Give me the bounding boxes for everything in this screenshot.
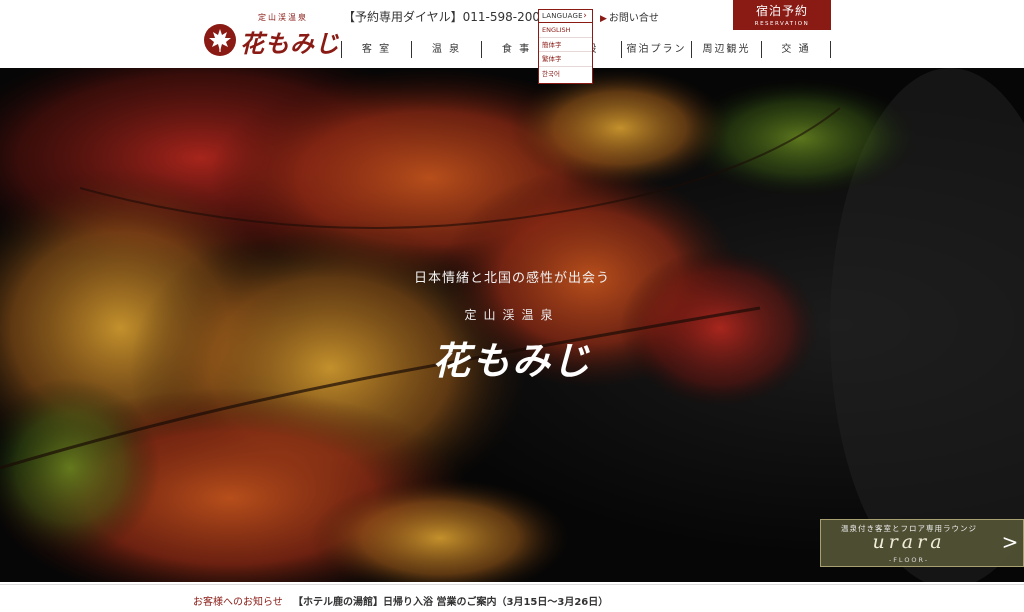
arrow-right-icon: ▶ <box>600 14 607 24</box>
urara-title: urara <box>872 531 946 553</box>
hero-section: 日本情緒と北国の感性が出会う 定山渓温泉 花もみじ 温泉付き客室とフロア専用ラウ… <box>0 68 1024 582</box>
language-toggle[interactable]: LANGUAGE › <box>539 10 592 23</box>
news-item-link[interactable]: 【ホテル鹿の湯館】日帰り入浴 営業のご案内（3月15日～3月26日） <box>293 593 608 608</box>
chevron-right-icon[interactable]: > <box>997 520 1023 566</box>
nav-item-access[interactable]: 交 通 <box>761 41 831 58</box>
hero-background-image <box>0 68 1024 582</box>
language-dropdown[interactable]: LANGUAGE › ENGLISH 簡体字 繁体字 한국어 <box>538 9 593 84</box>
site-logo[interactable]: 定山渓温泉 花もみじ <box>204 12 339 58</box>
nav-item-sightseeing[interactable]: 周辺観光 <box>691 41 761 58</box>
site-header: 定山渓温泉 花もみじ 【予約専用ダイヤル】011-598-2002 LANGUA… <box>0 0 1024 84</box>
reservation-button-sublabel: RESERVATION <box>754 21 810 27</box>
urara-floor-banner[interactable]: 温泉付き客室とフロア専用ラウンジ urara -FLOOR- > <box>820 519 1024 567</box>
hero-subtitle: 定山渓温泉 <box>464 308 560 322</box>
urara-floor-label: -FLOOR- <box>888 556 930 564</box>
news-bar: お客様へのお知らせ 【ホテル鹿の湯館】日帰り入浴 営業のご案内（3月15日～3月… <box>0 584 1024 612</box>
language-option-traditional-chinese[interactable]: 繁体字 <box>539 52 592 67</box>
contact-link[interactable]: ▶ お問い合せ <box>600 9 659 24</box>
reservation-button-label: 宿泊予約 <box>755 4 808 18</box>
language-option-simplified-chinese[interactable]: 簡体字 <box>539 38 592 52</box>
hero-tagline: 日本情緒と北国の感性が出会う <box>413 271 610 286</box>
nav-item-plans[interactable]: 宿泊プラン <box>621 41 691 58</box>
chevron-right-icon: › <box>583 11 587 21</box>
news-label: お客様へのお知らせ <box>193 597 283 608</box>
nav-item-onsen[interactable]: 温 泉 <box>411 41 481 58</box>
maple-leaf-icon <box>204 24 236 56</box>
language-label: LANGUAGE <box>542 12 583 20</box>
hero-logo-wordmark: 花もみじ <box>431 338 592 383</box>
nav-item-rooms[interactable]: 客 室 <box>341 41 411 58</box>
language-option-korean[interactable]: 한국어 <box>539 67 592 82</box>
contact-label: お問い合せ <box>608 13 659 24</box>
reservation-button[interactable]: 宿泊予約 RESERVATION <box>733 0 831 30</box>
reservation-phone[interactable]: 【予約専用ダイヤル】011-598-2002 <box>343 8 548 25</box>
logo-wordmark: 花もみじ <box>240 29 340 58</box>
language-option-english[interactable]: ENGLISH <box>539 23 592 38</box>
logo-subtitle: 定山渓温泉 <box>258 13 308 22</box>
